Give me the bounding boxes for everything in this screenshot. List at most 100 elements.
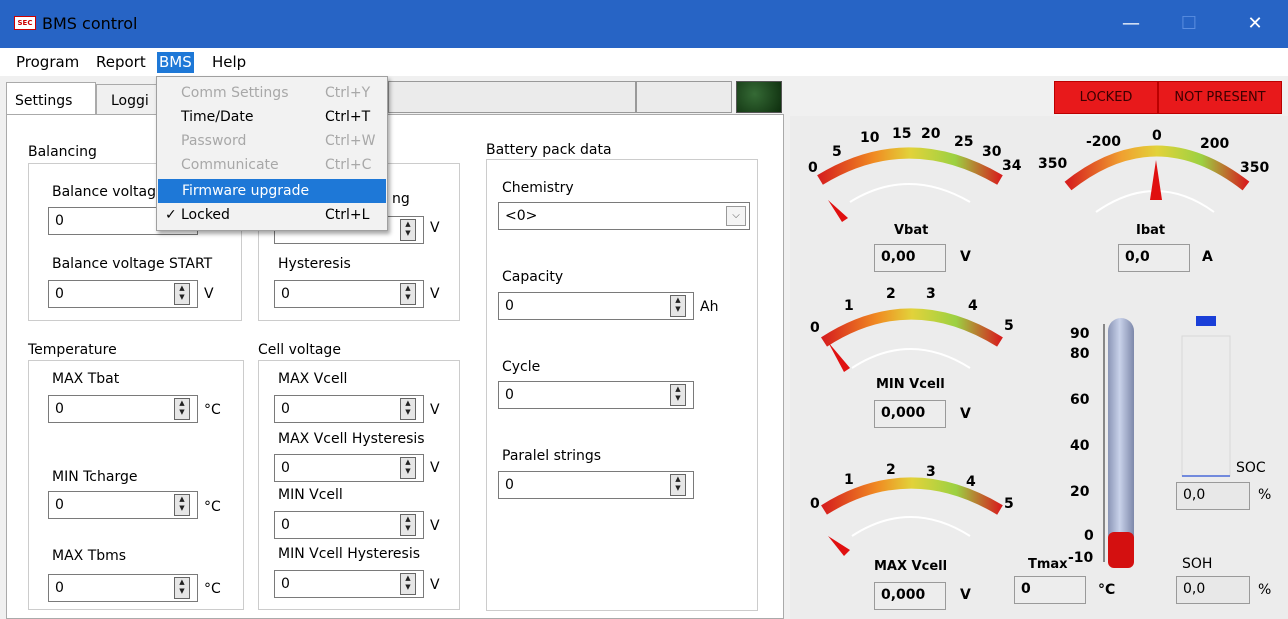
ibat-tick: 350 <box>1240 160 1269 176</box>
menu-item-comm-settings[interactable]: Comm Settings Ctrl+Y <box>157 81 387 105</box>
menu-item-password[interactable]: Password Ctrl+W <box>157 129 387 153</box>
max-vcell-label: MAX Vcell <box>278 371 348 387</box>
max-vcell-hysteresis-spinner[interactable]: ▲ ▼ <box>400 457 416 479</box>
max-tbms-label: MAX Tbms <box>52 548 127 564</box>
ibat-unit: A <box>1202 249 1213 265</box>
capacity-unit: Ah <box>700 299 719 315</box>
max-vcell-inner-arc <box>851 516 971 537</box>
ibat-tick: 350 <box>1038 156 1067 172</box>
thermometer-fluid <box>1108 532 1134 568</box>
thermometer-tick: 0 <box>1084 528 1094 544</box>
vbat-tick: 15 <box>892 126 911 142</box>
vbat-tick: 30 <box>982 144 1002 160</box>
thermometer-tick: 80 <box>1070 346 1090 362</box>
ibat-label: Ibat <box>1136 223 1165 238</box>
menu-item-locked[interactable]: ✓ Locked Ctrl+L <box>157 203 387 227</box>
cycle-input[interactable]: 0 <box>498 381 694 409</box>
menu-item-shortcut: Ctrl+W <box>325 133 376 149</box>
min-vcell-tick: 4 <box>968 298 978 314</box>
min-tcharge-unit: °C <box>204 499 221 515</box>
capacity-input[interactable]: 0 <box>498 292 694 320</box>
vbat-needle <box>828 200 848 222</box>
vbat-inner-arc <box>849 183 971 203</box>
soc-bar <box>1181 335 1231 477</box>
ibat-readout: 0,0 <box>1118 244 1190 272</box>
maximize-button[interactable]: ☐ <box>1160 0 1218 48</box>
chevron-down-icon[interactable]: ⌵ <box>726 206 746 226</box>
thermometer-tick: 40 <box>1070 438 1090 454</box>
max-vcell-spinner[interactable]: ▲ ▼ <box>400 398 416 420</box>
balance-end-unit: V <box>430 220 440 236</box>
menu-help[interactable]: Help <box>210 52 248 73</box>
vbat-label: Vbat <box>894 223 928 238</box>
balancing-title: Balancing <box>28 144 97 160</box>
chemistry-label: Chemistry <box>502 180 574 196</box>
min-vcell-unit: V <box>430 518 440 534</box>
tab-settings[interactable]: Settings <box>6 82 96 114</box>
vbat-arc <box>817 147 1003 185</box>
menu-item-time-date[interactable]: Time/Date Ctrl+T <box>157 105 387 129</box>
max-vcell-readout: 0,000 <box>874 582 946 610</box>
gauge-canvas: 0 5 10 15 20 25 30 34 Vbat 350 -200 0 20… <box>808 126 1269 574</box>
min-vcell-label: MIN Vcell <box>278 487 343 503</box>
vbat-tick: 25 <box>954 134 973 150</box>
cycle-label: Cycle <box>502 359 541 375</box>
hysteresis-spinner[interactable]: ▲ ▼ <box>400 283 416 305</box>
menu-report[interactable]: Report <box>94 52 148 73</box>
paralel-strings-label: Paralel strings <box>502 448 602 464</box>
min-vcell-hysteresis-unit: V <box>430 577 440 593</box>
minimize-button[interactable]: — <box>1102 0 1160 48</box>
menu-item-firmware-upgrade[interactable]: Firmware upgrade <box>158 179 386 203</box>
min-vcell-hysteresis-spinner[interactable]: ▲ ▼ <box>400 573 416 595</box>
soh-unit: % <box>1258 582 1272 598</box>
paralel-strings-input[interactable]: 0 <box>498 471 694 499</box>
menu-item-label: Firmware upgrade <box>182 183 310 199</box>
soh-readout: 0,0 <box>1176 576 1250 604</box>
min-vcell-spinner[interactable]: ▲ ▼ <box>400 514 416 536</box>
chemistry-select[interactable]: <0> <box>498 202 750 230</box>
menu-item-label: Communicate <box>181 157 279 173</box>
tmax-readout: 0 <box>1014 576 1086 604</box>
max-vcell-tick: 4 <box>966 474 976 490</box>
paralel-strings-spinner[interactable]: ▲ ▼ <box>670 474 686 496</box>
capacity-spinner[interactable]: ▲ ▼ <box>670 295 686 317</box>
balance-end-spinner[interactable]: ▲ ▼ <box>400 219 416 241</box>
min-tcharge-label: MIN Tcharge <box>52 469 138 485</box>
not-present-badge: NOT PRESENT <box>1158 81 1282 114</box>
thermometer-tube <box>1108 318 1134 568</box>
max-vcell-tick: 2 <box>886 462 896 478</box>
menu-item-communicate[interactable]: Communicate Ctrl+C <box>157 153 387 177</box>
min-tcharge-spinner[interactable]: ▲ ▼ <box>174 494 190 516</box>
cycle-spinner[interactable]: ▲ ▼ <box>670 384 686 406</box>
max-vcell-unit: V <box>960 587 971 603</box>
locked-badge: LOCKED <box>1054 81 1158 114</box>
vbat-readout: 0,00 <box>874 244 946 272</box>
max-vcell-tick: 3 <box>926 464 936 480</box>
max-tbat-spinner[interactable]: ▲ ▼ <box>174 398 190 420</box>
tmax-unit: °C <box>1098 582 1116 598</box>
ibat-tick: 0 <box>1152 128 1162 144</box>
menu-item-shortcut: Ctrl+Y <box>325 85 371 101</box>
menu-item-shortcut: Ctrl+C <box>325 157 372 173</box>
max-tbat-label: MAX Tbat <box>52 371 120 387</box>
min-vcell-tick: 3 <box>926 286 936 302</box>
bms-dropdown-menu: Comm Settings Ctrl+Y Time/Date Ctrl+T Pa… <box>156 76 388 231</box>
title-bar <box>0 0 1288 48</box>
menu-program[interactable]: Program <box>14 52 81 73</box>
soh-label: SOH <box>1182 556 1212 572</box>
thermometer-tick: 60 <box>1070 392 1090 408</box>
max-tbms-spinner[interactable]: ▲ ▼ <box>174 577 190 599</box>
min-vcell-inner-arc <box>851 348 971 369</box>
menu-bms[interactable]: BMS <box>157 52 194 73</box>
menu-item-shortcut: Ctrl+L <box>325 207 370 223</box>
max-tbat-unit: °C <box>204 402 221 418</box>
min-vcell-needle <box>828 342 850 372</box>
close-button[interactable]: ✕ <box>1226 0 1284 48</box>
min-vcell-tick: 0 <box>810 320 820 336</box>
menu-item-shortcut: Ctrl+T <box>325 109 371 125</box>
vbat-tick: 0 <box>808 160 818 176</box>
window-title: BMS control <box>42 14 138 33</box>
soc-readout: 0,0 <box>1176 482 1250 510</box>
max-vcell-tick: 1 <box>844 472 854 488</box>
balance-start-spinner[interactable]: ▲ ▼ <box>174 283 190 305</box>
